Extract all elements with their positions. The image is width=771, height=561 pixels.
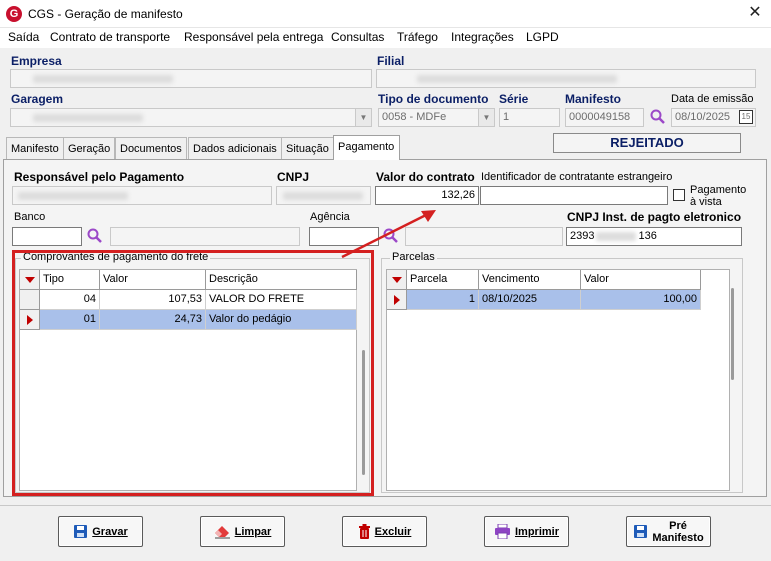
divider <box>0 505 771 506</box>
search-icon[interactable] <box>649 108 667 126</box>
menu-lgpd[interactable]: LGPD <box>526 30 559 44</box>
menu-bar: Saída Contrato de transporte Responsável… <box>0 28 771 48</box>
data-emissao-label: Data de emissão <box>671 93 754 105</box>
identificador-label: Identificador de contratante estrangeiro <box>481 171 673 183</box>
imprimir-label: Imprimir <box>514 525 559 538</box>
filial-redacted <box>417 75 617 83</box>
serie-field: 1 <box>499 108 560 127</box>
calendar-icon[interactable]: 15 <box>739 110 753 124</box>
manifesto-field: 0000049158 <box>565 108 644 127</box>
responsavel-label: Responsável pelo Pagamento <box>14 170 185 184</box>
banco-nome-field <box>110 227 300 246</box>
pre-manifesto-line2: Manifesto <box>652 531 704 544</box>
cnpj-inst-label: CNPJ Inst. de pagto eletronico <box>567 210 742 224</box>
excluir-button[interactable]: Excluir <box>342 516 427 547</box>
imprimir-button[interactable]: Imprimir <box>484 516 569 547</box>
excluir-label: Excluir <box>374 525 412 538</box>
title-bar: G CGS - Geração de manifesto ✕ <box>0 0 771 28</box>
identificador-field[interactable] <box>480 186 668 205</box>
menu-integracoes[interactable]: Integrações <box>451 30 514 44</box>
tab-pagamento[interactable]: Pagamento <box>333 135 400 160</box>
garagem-combo[interactable]: ▼ <box>10 108 372 127</box>
tipo-documento-value: 0058 - MDFe <box>382 111 447 123</box>
menu-contrato-transporte[interactable]: Contrato de transporte <box>50 30 170 44</box>
limpar-button[interactable]: Limpar <box>200 516 285 547</box>
empresa-redacted <box>33 75 173 83</box>
cnpj-inst-field[interactable]: 2393 136 <box>566 227 742 246</box>
garagem-label: Garagem <box>11 92 64 106</box>
data-emissao-field[interactable]: 08/10/2025 15 <box>671 108 756 127</box>
eraser-icon <box>214 525 230 538</box>
highlight-frame <box>12 250 374 496</box>
garagem-redacted <box>33 114 143 122</box>
menu-responsavel-entrega[interactable]: Responsável pela entrega <box>184 30 323 44</box>
search-icon[interactable] <box>86 227 104 245</box>
responsavel-field <box>12 186 272 205</box>
cnpj-inst-redacted <box>596 231 637 241</box>
grid-header-indicator[interactable] <box>387 270 407 290</box>
close-icon[interactable]: ✕ <box>745 4 765 22</box>
cnpj-inst-value-end: 136 <box>638 230 657 242</box>
pagamento-vista-checkbox[interactable] <box>673 189 685 201</box>
limpar-label: Limpar <box>234 525 272 538</box>
gravar-button[interactable]: Gravar <box>58 516 143 547</box>
gravar-label: Gravar <box>92 525 128 538</box>
pre-manifesto-label: Pré Manifesto <box>652 520 703 544</box>
parcelas-scrollbar[interactable] <box>731 288 734 380</box>
row-indicator-selected[interactable] <box>387 290 407 310</box>
menu-saida[interactable]: Saída <box>8 30 39 44</box>
printer-icon <box>494 524 510 539</box>
responsavel-redacted <box>18 192 128 200</box>
data-emissao-value: 08/10/2025 <box>675 111 731 123</box>
status-badge: REJEITADO <box>553 133 741 153</box>
table-cell[interactable]: 100,00 <box>581 290 701 310</box>
pagamento-vista-label: Pagamento à vista <box>690 184 747 208</box>
col-header-parcela[interactable]: Parcela <box>407 270 479 290</box>
parcelas-grid[interactable]: Parcela Vencimento Valor 1 08/10/2025 10… <box>386 269 730 491</box>
chevron-down-icon[interactable]: ▼ <box>478 109 494 126</box>
tab-manifesto[interactable]: Manifesto <box>6 137 64 159</box>
cnpj-redacted <box>283 192 363 200</box>
pre-manifesto-button[interactable]: Pré Manifesto <box>626 516 711 547</box>
empresa-field <box>10 69 372 88</box>
window-title: CGS - Geração de manifesto <box>28 7 183 21</box>
save-icon <box>74 525 88 538</box>
cnpj-inst-value-start: 2393 <box>570 230 595 242</box>
tipo-documento-label: Tipo de documento <box>378 92 489 106</box>
chevron-down-icon[interactable]: ▼ <box>355 109 371 126</box>
cnpj-label: CNPJ <box>277 170 310 184</box>
banco-field[interactable] <box>12 227 82 246</box>
filial-label: Filial <box>377 54 405 68</box>
save-icon <box>634 525 648 538</box>
valor-contrato-label: Valor do contrato <box>376 170 475 184</box>
tab-dados-adicionais[interactable]: Dados adicionais <box>188 137 282 159</box>
col-header-valor[interactable]: Valor <box>581 270 701 290</box>
manifesto-label: Manifesto <box>565 92 622 106</box>
tab-documentos[interactable]: Documentos <box>115 137 187 159</box>
current-row-icon <box>394 295 400 305</box>
sort-down-icon <box>392 277 402 283</box>
table-cell[interactable]: 08/10/2025 <box>479 290 581 310</box>
tab-geracao[interactable]: Geração <box>63 137 116 159</box>
tab-situacao[interactable]: Situação <box>281 137 334 159</box>
app-logo-icon: G <box>6 6 22 22</box>
parcelas-title: Parcelas <box>390 251 437 263</box>
trash-icon <box>358 524 370 539</box>
serie-label: Série <box>499 92 529 106</box>
banco-label: Banco <box>14 211 46 223</box>
tipo-documento-combo[interactable]: 0058 - MDFe ▼ <box>378 108 495 127</box>
table-cell[interactable]: 1 <box>407 290 479 310</box>
menu-consultas[interactable]: Consultas <box>331 30 384 44</box>
empresa-label: Empresa <box>11 54 62 68</box>
filial-field <box>376 69 756 88</box>
menu-trafego[interactable]: Tráfego <box>397 30 438 44</box>
pre-manifesto-line1: Pré <box>669 519 687 532</box>
col-header-vencimento[interactable]: Vencimento <box>479 270 581 290</box>
